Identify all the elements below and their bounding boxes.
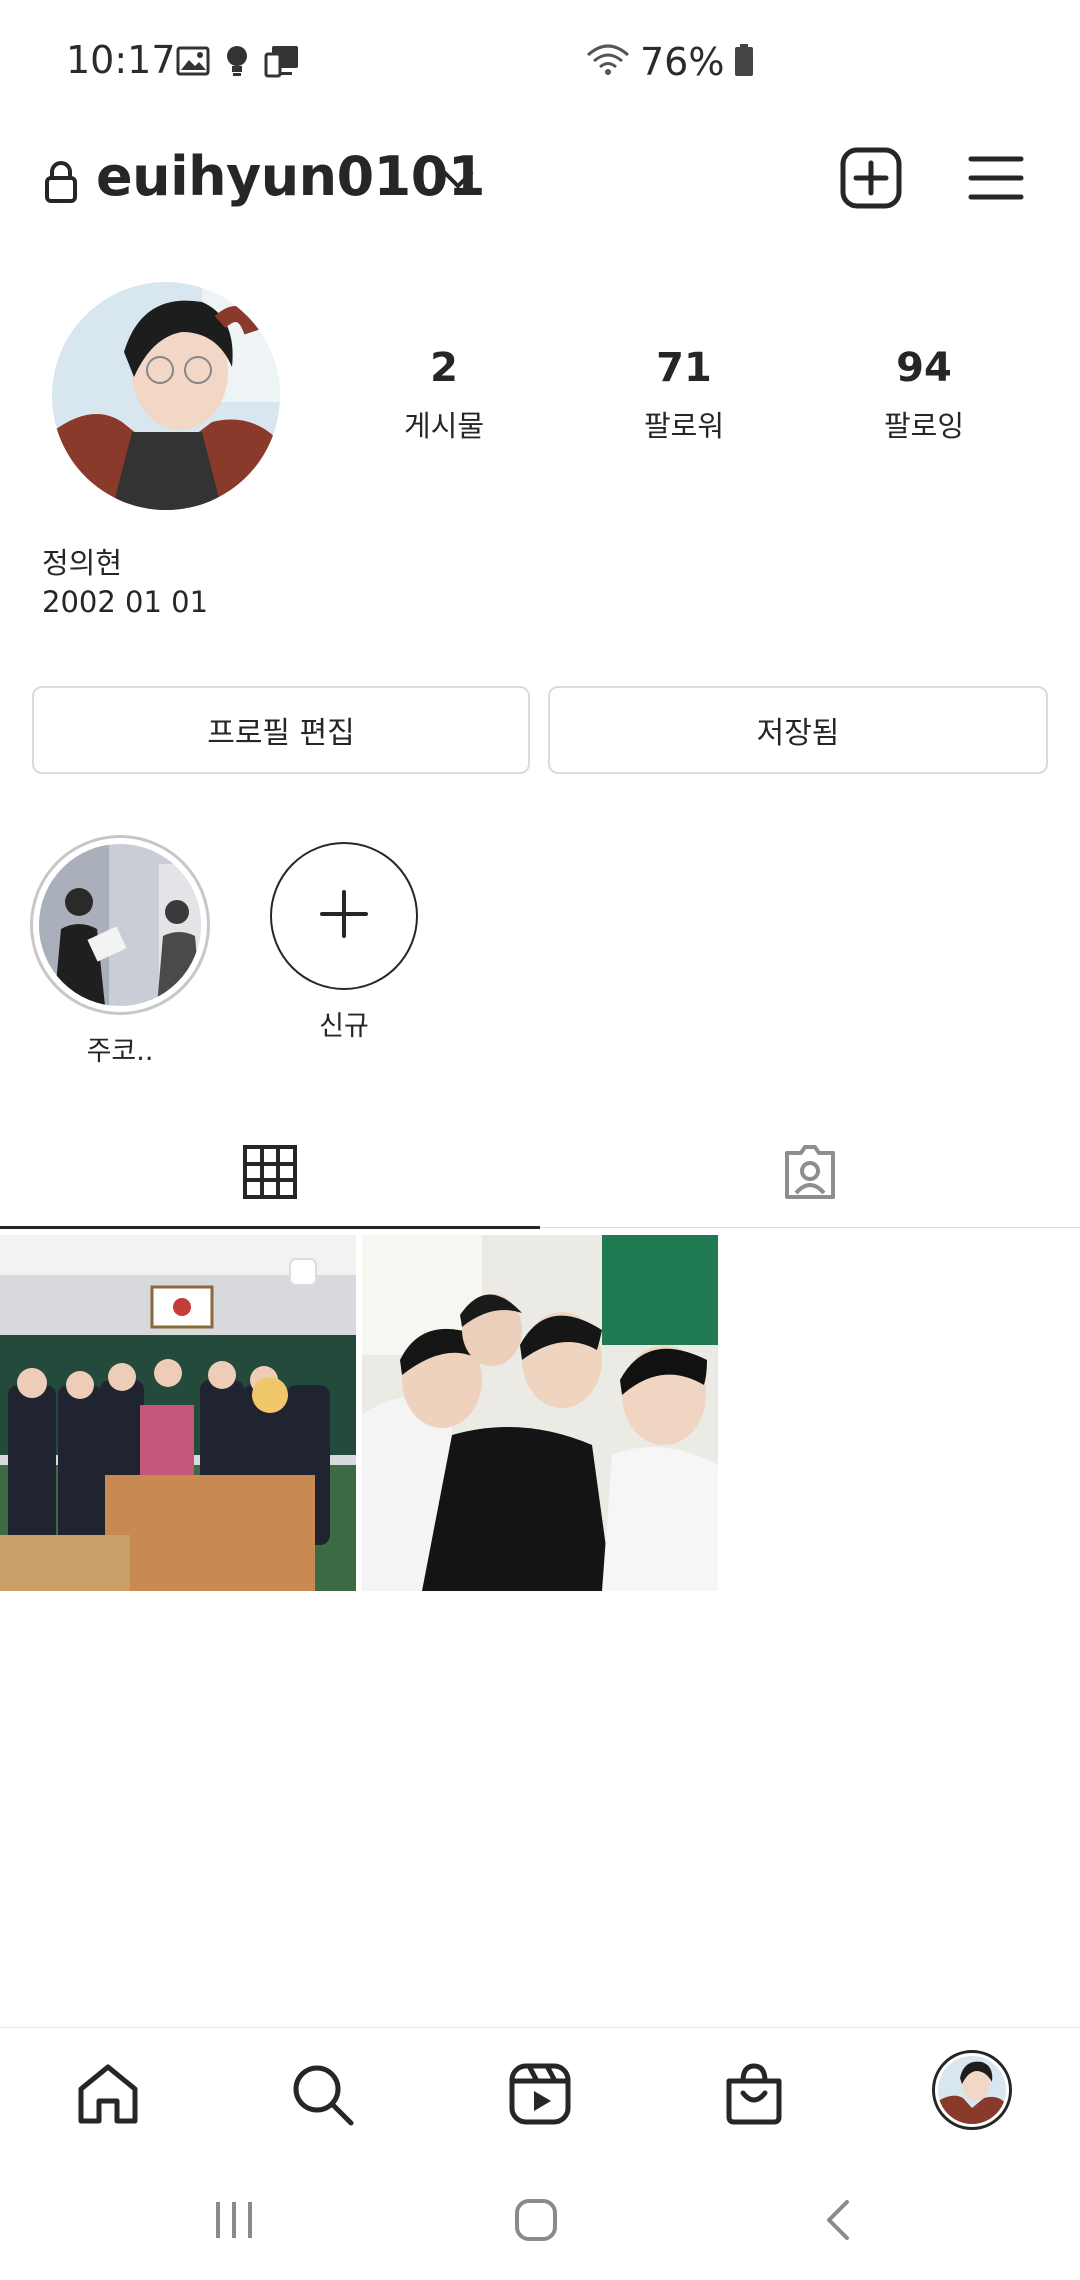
bulb-icon [224,44,250,82]
new-highlight[interactable]: 신규 [270,842,418,1043]
profile-avatar[interactable] [932,2050,1012,2130]
home-button-icon[interactable] [506,2190,566,2250]
tab-active-indicator [0,1226,540,1229]
story-highlight[interactable]: 주코.. [30,835,210,1068]
post-thumbnail[interactable] [362,1235,718,1591]
stat-followers-label: 팔로워 [643,409,725,443]
profile-bio: 2002 01 01 [42,585,209,619]
new-highlight-ring [270,842,418,990]
tab-grid[interactable] [0,1120,540,1229]
stat-posts[interactable]: 2 게시물 [344,345,544,445]
shop-icon[interactable] [718,2058,790,2130]
stat-following-label: 팔로잉 [883,409,965,443]
reels-icon[interactable] [504,2058,576,2130]
username-switcher[interactable]: euihyun0101 [96,145,485,208]
stat-following-count: 94 [896,345,952,391]
stat-followers-count: 71 [656,345,712,391]
battery-percent: 76% [640,40,725,84]
plus-icon [319,889,369,943]
highlight-cover [39,844,201,1006]
system-nav [0,2160,1080,2280]
back-icon[interactable] [808,2190,868,2250]
saved-button[interactable]: 저장됨 [548,686,1048,774]
device-icon [264,44,302,82]
recents-icon[interactable] [204,2190,264,2250]
chevron-down-icon[interactable] [442,169,474,195]
bottom-nav [0,2027,1080,2159]
stat-following[interactable]: 94 팔로잉 [824,345,1024,445]
highlight-label: 주코.. [86,1036,154,1067]
new-highlight-label: 신규 [319,1011,369,1042]
battery-icon [734,43,754,81]
stat-posts-count: 2 [430,345,458,391]
profile-avatar[interactable] [52,282,280,510]
menu-icon[interactable] [968,153,1024,203]
add-post-icon[interactable] [840,147,902,209]
home-icon[interactable] [72,2058,144,2130]
tagged-icon [781,1143,839,1205]
stat-followers[interactable]: 71 팔로워 [584,345,784,445]
highlight-ring [30,835,210,1015]
gallery-icon [176,45,210,81]
status-icons-left [176,44,302,82]
stat-posts-label: 게시물 [403,409,485,443]
profile-avatar-image [938,2056,1006,2124]
profile-header: euihyun0101 [0,135,1080,225]
profile-name: 정의현 [42,546,123,580]
wifi-icon [586,43,630,81]
lock-icon [44,160,78,208]
status-icons-right: 76% [586,40,754,84]
post-thumbnail[interactable] [0,1235,356,1591]
status-time: 10:17 [66,38,176,82]
profile-tabs [0,1120,1080,1229]
edit-profile-button[interactable]: 프로필 편집 [32,686,530,774]
status-bar: 10:17 76% [0,0,1080,125]
tab-tagged[interactable] [540,1120,1080,1228]
grid-icon [243,1145,297,1203]
search-icon[interactable] [286,2058,358,2130]
